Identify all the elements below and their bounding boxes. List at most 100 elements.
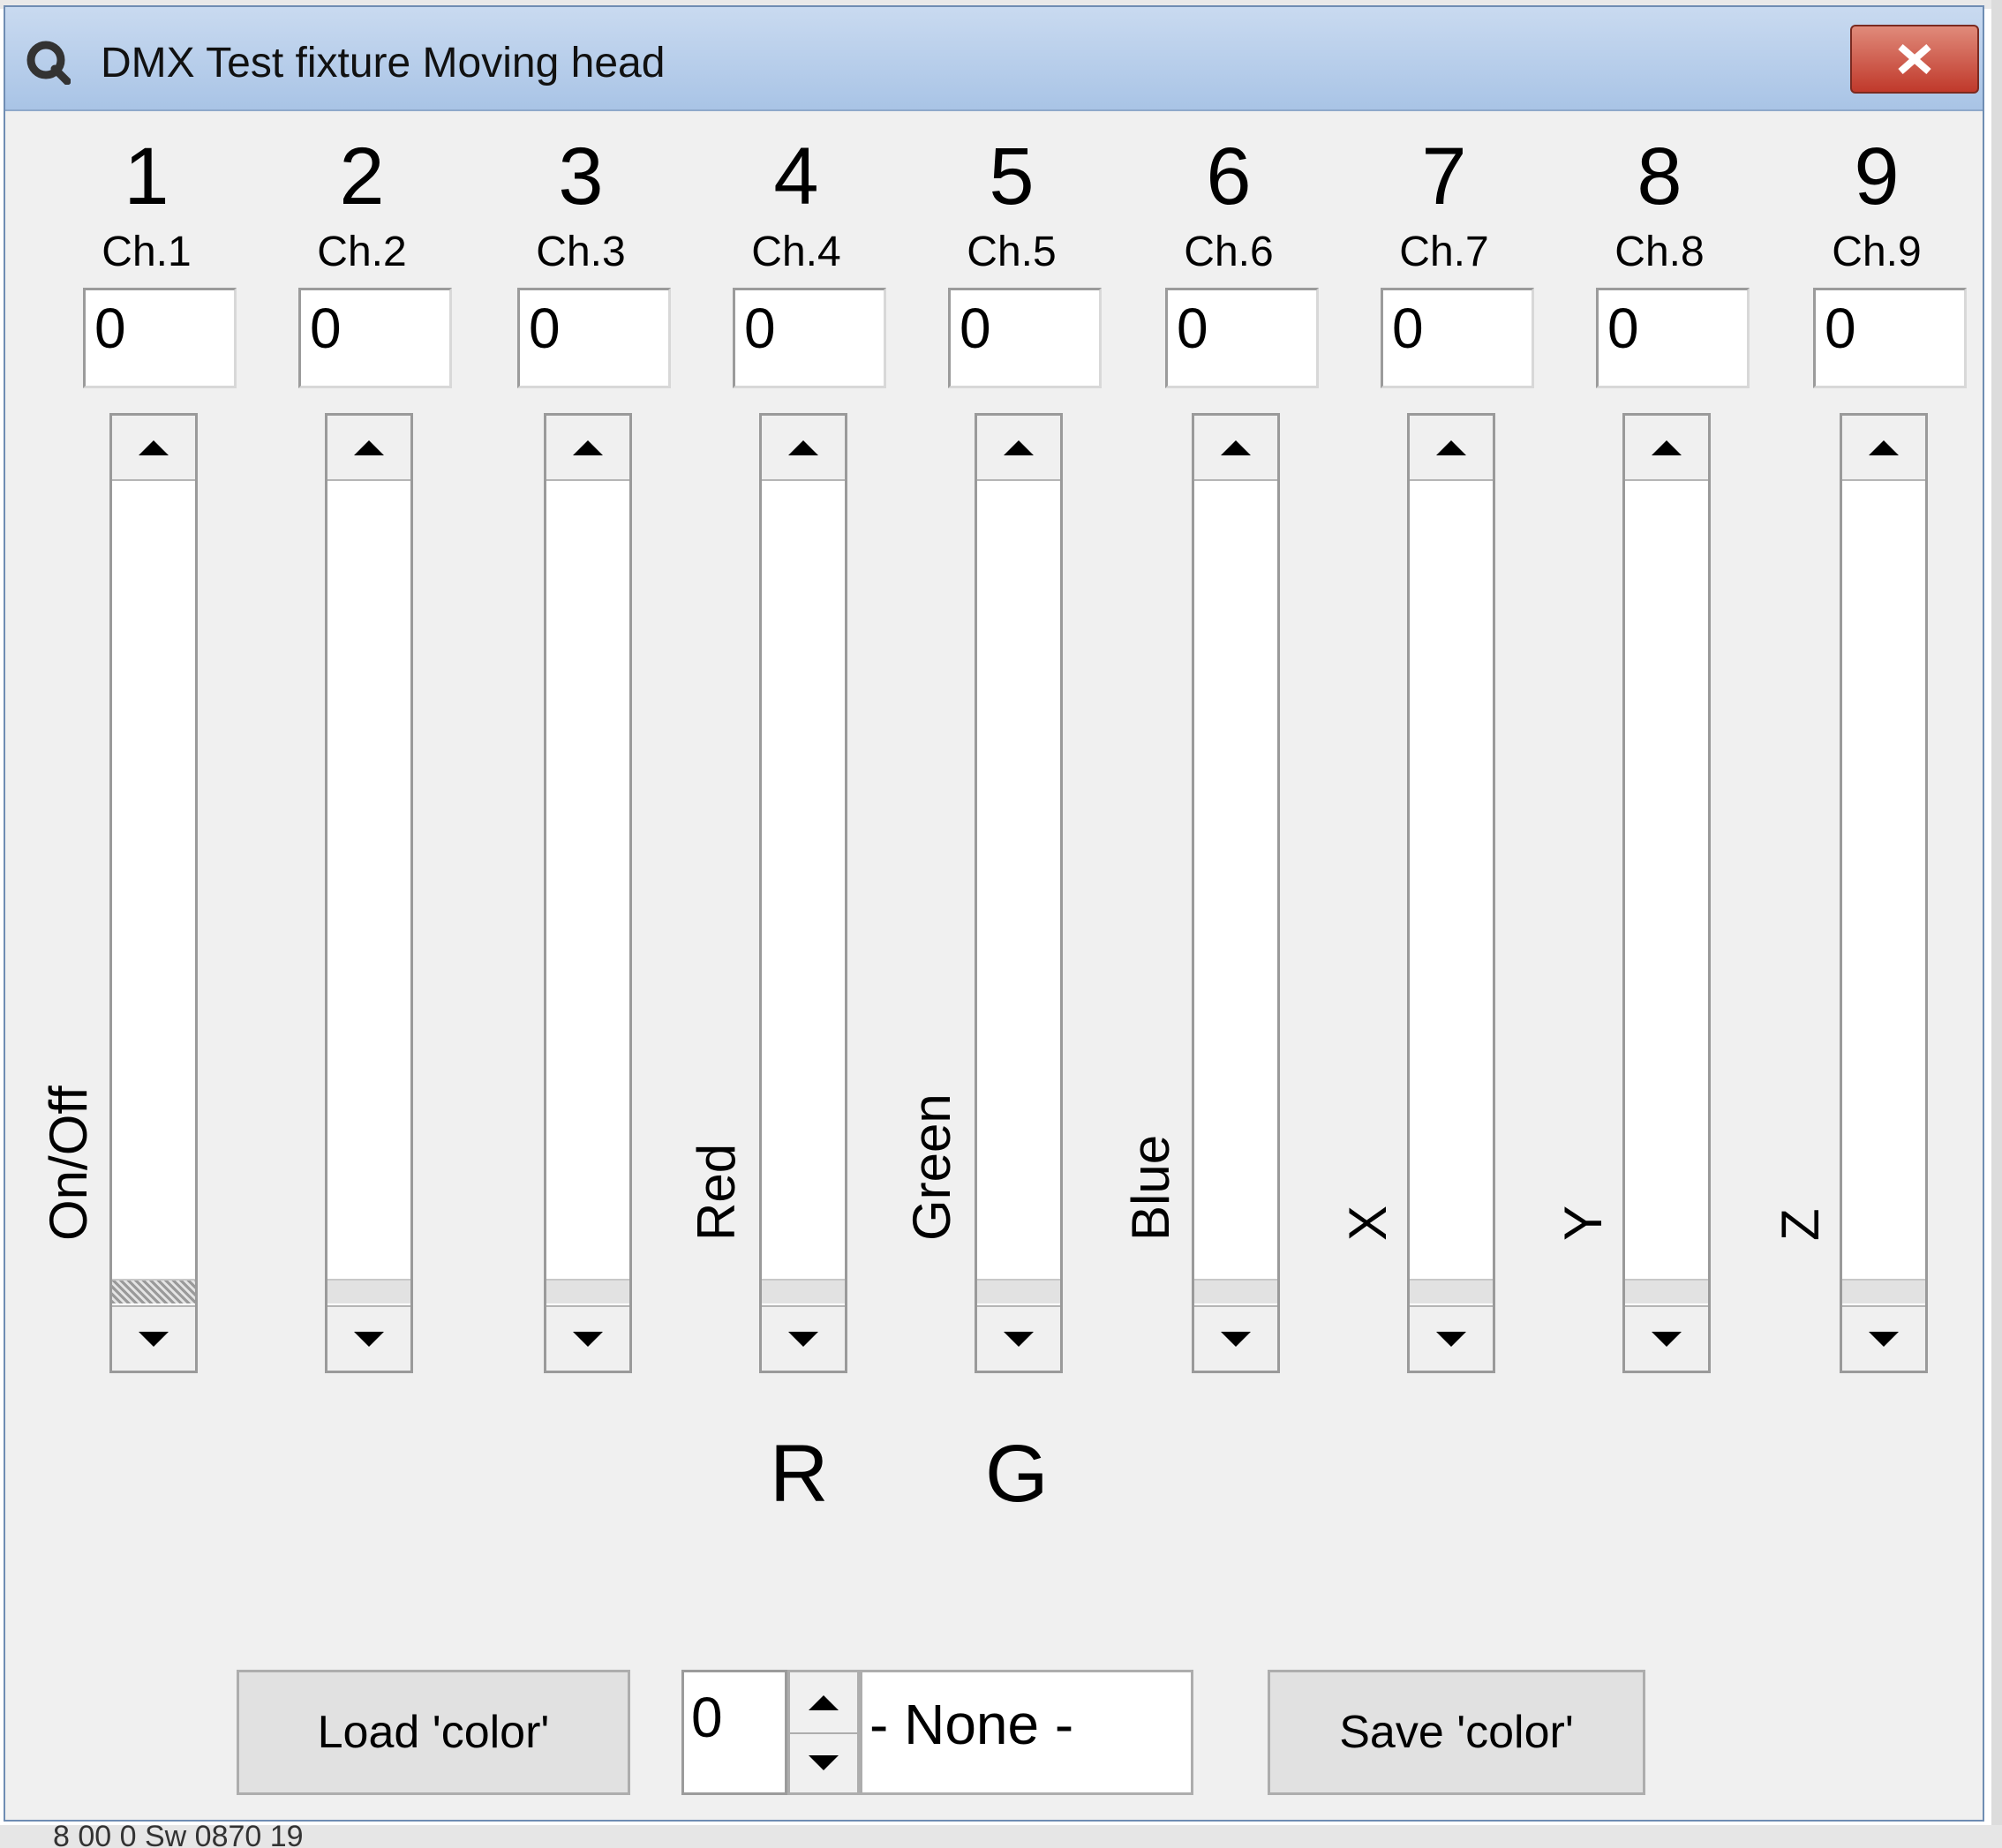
channel-label: Ch.2 xyxy=(317,229,407,275)
close-button[interactable] xyxy=(1850,25,1979,94)
slider-up-arrow[interactable] xyxy=(1625,416,1708,481)
channel-label: Ch.1 xyxy=(102,229,192,275)
channel-name-green: Green xyxy=(902,1093,961,1241)
slider-down-arrow[interactable] xyxy=(762,1305,845,1371)
background-app-edge xyxy=(1991,0,2002,1848)
slider-down-arrow[interactable] xyxy=(546,1305,629,1371)
channel-name-x: X xyxy=(1338,1205,1397,1241)
channel-slider[interactable] xyxy=(1407,413,1495,1373)
channel-label: Ch.7 xyxy=(1399,229,1489,275)
window-title: DMX Test fixture Moving head xyxy=(101,40,666,86)
title-bar[interactable]: DMX Test fixture Moving head xyxy=(5,7,1983,111)
channel-slider[interactable] xyxy=(759,413,847,1373)
slider-thumb[interactable] xyxy=(327,1279,410,1303)
arrow-up-icon xyxy=(354,439,384,455)
arrow-down-icon xyxy=(139,1331,169,1347)
slider-up-arrow[interactable] xyxy=(1842,416,1925,481)
arrow-down-icon xyxy=(573,1331,603,1347)
slider-up-arrow[interactable] xyxy=(327,416,410,481)
arrow-up-icon xyxy=(1436,439,1466,455)
arrow-down-icon xyxy=(1004,1331,1034,1347)
channel-value-field[interactable]: 0 xyxy=(83,288,237,388)
channel-number: 3 xyxy=(558,131,604,222)
slider-thumb[interactable] xyxy=(1625,1279,1708,1303)
slider-up-arrow[interactable] xyxy=(112,416,195,481)
slider-thumb[interactable] xyxy=(546,1279,629,1303)
slider-down-arrow[interactable] xyxy=(327,1305,410,1371)
channel-label: Ch.8 xyxy=(1614,229,1705,275)
channel-value-field[interactable]: 0 xyxy=(733,288,886,388)
channel-label: Ch.4 xyxy=(751,229,841,275)
slider-thumb[interactable] xyxy=(112,1279,195,1303)
arrow-down-icon xyxy=(1221,1331,1251,1347)
slider-down-arrow[interactable] xyxy=(112,1305,195,1371)
dmx-test-window: DMX Test fixture Moving head 1 Ch.1 0 2 … xyxy=(4,5,1984,1822)
channel-name-red: Red xyxy=(687,1143,746,1241)
slider-down-arrow[interactable] xyxy=(1625,1305,1708,1371)
channel-column-3: 3 Ch.3 0 xyxy=(493,113,671,1384)
channel-value-field[interactable]: 0 xyxy=(1813,288,1967,388)
arrow-up-icon xyxy=(809,1694,839,1710)
channel-label: Ch.6 xyxy=(1184,229,1274,275)
channel-name-on-off: On/Off xyxy=(39,1086,98,1241)
spin-down-button[interactable] xyxy=(790,1732,857,1792)
channel-slider[interactable] xyxy=(544,413,632,1373)
channel-name-blue: Blue xyxy=(1121,1134,1180,1241)
channel-slider[interactable] xyxy=(1622,413,1711,1373)
slider-thumb[interactable] xyxy=(1194,1279,1277,1303)
color-name-field: - None - xyxy=(860,1670,1193,1795)
channel-number: 5 xyxy=(989,131,1035,222)
arrow-up-icon xyxy=(1004,439,1034,455)
background-status-text: 8 00 0 Sw 0870 19 xyxy=(53,1825,304,1848)
channel-value-field[interactable]: 0 xyxy=(1381,288,1534,388)
slider-down-arrow[interactable] xyxy=(1842,1305,1925,1371)
channel-name-z: Z xyxy=(1771,1208,1830,1241)
slider-up-arrow[interactable] xyxy=(762,416,845,481)
slider-up-arrow[interactable] xyxy=(977,416,1060,481)
channel-number: 7 xyxy=(1421,131,1467,222)
channel-slider[interactable] xyxy=(975,413,1063,1373)
spin-up-button[interactable] xyxy=(790,1672,857,1734)
arrow-down-icon xyxy=(809,1754,839,1770)
save-color-button[interactable]: Save 'color' xyxy=(1268,1670,1645,1795)
channel-label: Ch.3 xyxy=(536,229,626,275)
arrow-up-icon xyxy=(1221,439,1251,455)
arrow-up-icon xyxy=(788,439,818,455)
channel-number: 8 xyxy=(1637,131,1682,222)
arrow-down-icon xyxy=(788,1331,818,1347)
channel-slider[interactable] xyxy=(1840,413,1928,1373)
slider-up-arrow[interactable] xyxy=(546,416,629,481)
color-index-field[interactable]: 0 xyxy=(681,1670,787,1795)
channel-slider[interactable] xyxy=(1192,413,1280,1373)
arrow-down-icon xyxy=(1869,1331,1899,1347)
channel-value-field[interactable]: 0 xyxy=(948,288,1102,388)
channel-slider[interactable] xyxy=(325,413,413,1373)
arrow-up-icon xyxy=(1869,439,1899,455)
letter-r: R xyxy=(770,1429,829,1519)
slider-thumb[interactable] xyxy=(1410,1279,1493,1303)
channel-label: Ch.9 xyxy=(1832,229,1922,275)
slider-thumb[interactable] xyxy=(762,1279,845,1303)
arrow-up-icon xyxy=(139,439,169,455)
channel-value-field[interactable]: 0 xyxy=(517,288,671,388)
close-icon xyxy=(1898,43,1931,75)
channel-name-y: Y xyxy=(1554,1205,1613,1241)
channel-number: 1 xyxy=(124,131,169,222)
slider-up-arrow[interactable] xyxy=(1410,416,1493,481)
load-color-button[interactable]: Load 'color' xyxy=(237,1670,630,1795)
slider-down-arrow[interactable] xyxy=(1194,1305,1277,1371)
slider-down-arrow[interactable] xyxy=(977,1305,1060,1371)
channel-value-field[interactable]: 0 xyxy=(298,288,452,388)
channel-value-field[interactable]: 0 xyxy=(1596,288,1750,388)
channel-value-field[interactable]: 0 xyxy=(1165,288,1319,388)
channel-slider[interactable] xyxy=(109,413,198,1373)
channel-label: Ch.5 xyxy=(967,229,1057,275)
slider-thumb[interactable] xyxy=(1842,1279,1925,1303)
slider-up-arrow[interactable] xyxy=(1194,416,1277,481)
channel-number: 9 xyxy=(1854,131,1900,222)
arrow-up-icon xyxy=(1652,439,1682,455)
arrow-down-icon xyxy=(354,1331,384,1347)
slider-down-arrow[interactable] xyxy=(1410,1305,1493,1371)
color-index-spinner[interactable] xyxy=(787,1670,860,1795)
slider-thumb[interactable] xyxy=(977,1279,1060,1303)
